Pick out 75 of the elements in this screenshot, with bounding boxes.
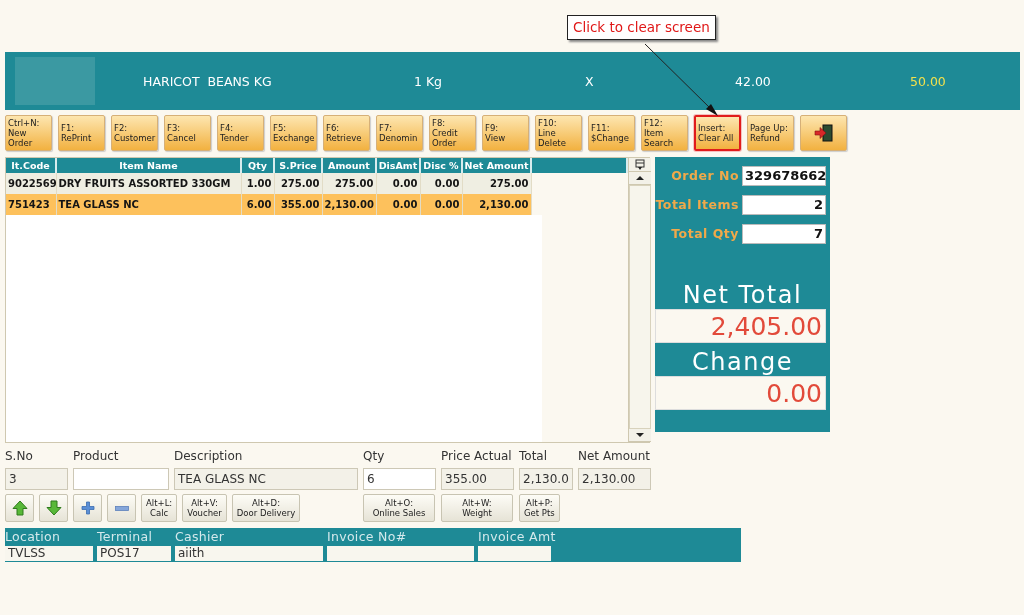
function-key-button[interactable]: F3: Cancel <box>164 115 211 151</box>
info-field: TVLSS <box>5 546 93 561</box>
table-cell: 2,130.00 <box>462 194 531 215</box>
remove-button[interactable] <box>107 494 136 522</box>
table-cell: TEA GLASS NC <box>56 194 241 215</box>
multiplier-text: X <box>585 73 595 89</box>
input-field[interactable]: 6 <box>363 468 436 490</box>
function-key-button[interactable]: F2: Customer <box>111 115 158 151</box>
info-label: Terminal <box>97 528 154 546</box>
info-label: Location <box>5 528 62 546</box>
shortcut-button[interactable]: Alt+O: Online Sales <box>363 494 435 522</box>
change-label: Change <box>691 348 794 376</box>
info-field: POS17 <box>97 546 171 561</box>
function-key-button[interactable]: F9: View <box>482 115 529 151</box>
function-key-button[interactable]: Page Up: Refund <box>747 115 794 151</box>
function-key-button[interactable]: F6: Retrieve <box>323 115 370 151</box>
table-cell: 355.00 <box>274 194 322 215</box>
total-label: Total Qty <box>671 226 739 241</box>
function-key-button[interactable]: F5: Exchange <box>270 115 317 151</box>
function-key-button[interactable]: F1: RePrint <box>58 115 105 151</box>
table-cell: 6.00 <box>241 194 274 215</box>
function-key-button[interactable]: Insert: Clear All <box>694 115 741 151</box>
input-field[interactable] <box>73 468 169 490</box>
table-cell: 0.00 <box>376 194 420 215</box>
column-chooser-icon[interactable] <box>629 158 651 172</box>
field-label: Net Amount <box>578 449 651 465</box>
function-key-button[interactable]: F10: Line Delete <box>535 115 582 151</box>
callout-text: Click to clear screen <box>567 15 716 40</box>
move-down-button[interactable] <box>39 494 68 522</box>
info-label: Cashier <box>175 528 226 546</box>
field-label: Description <box>174 449 244 465</box>
field-label: Total <box>519 449 549 465</box>
add-button[interactable] <box>73 494 102 522</box>
total-label: Order No <box>671 168 739 183</box>
total-label: Total Items <box>655 197 739 212</box>
field-label: Qty <box>363 449 386 465</box>
shortcut-button[interactable]: Alt+P: Get Pts <box>519 494 560 522</box>
price-text: 42.00 <box>735 73 772 89</box>
field-label: Product <box>73 449 120 465</box>
shortcut-button[interactable]: Alt+L: Calc <box>141 494 178 522</box>
table-cell: 751423 <box>6 194 56 215</box>
change-value: 0.00 <box>655 376 826 410</box>
info-label: Invoice No# <box>327 528 408 546</box>
total-value: 2 <box>742 194 826 215</box>
field-label: S.No <box>5 449 34 465</box>
product-name: HARICOT BEANS KG <box>143 73 273 89</box>
minus-icon <box>114 505 129 511</box>
shortcut-button[interactable]: Alt+D: Door Delivery <box>231 494 301 522</box>
function-key-button[interactable]: F11: $Change <box>588 115 635 151</box>
shortcut-button[interactable]: Alt+W: Weight <box>441 494 513 522</box>
table-cell: 2,130.00 <box>322 194 376 215</box>
up-arrow-icon <box>11 500 28 516</box>
net-total-label: Net Total <box>681 281 804 309</box>
field-label: Price Actual <box>441 449 513 465</box>
table-cell: 0.00 <box>420 194 462 215</box>
function-key-button[interactable]: Ctrl+N: New Order <box>5 115 52 151</box>
move-up-button[interactable] <box>5 494 34 522</box>
scroll-up-button[interactable] <box>629 172 651 185</box>
exit-door-icon <box>813 123 834 143</box>
down-arrow-icon <box>45 500 62 516</box>
mrp-text: 50.00 <box>910 73 946 89</box>
total-value: 329678662 <box>742 165 826 186</box>
unit-text: 1 Kg <box>414 73 444 89</box>
function-key-button[interactable]: F7: Denomin <box>376 115 423 151</box>
net-total-value: 2,405.00 <box>655 309 826 343</box>
scroll-down-button[interactable] <box>629 429 651 442</box>
function-key-button[interactable]: F12: Item Search <box>641 115 688 151</box>
info-field: aiith <box>175 546 323 561</box>
shortcut-button[interactable]: Alt+V: Voucher <box>182 494 227 522</box>
function-key-button[interactable]: F8: Credit Order <box>429 115 476 151</box>
function-key-button[interactable]: F4: Tender <box>217 115 264 151</box>
exit-button[interactable] <box>800 115 847 151</box>
total-value: 7 <box>742 223 826 244</box>
table-row[interactable]: 9022569 DRY FRUITS ASSORTED 330GM 1.00 275.00 275.00 0.00 0.00 275.00 <box>6 173 627 194</box>
plus-icon <box>80 501 95 515</box>
